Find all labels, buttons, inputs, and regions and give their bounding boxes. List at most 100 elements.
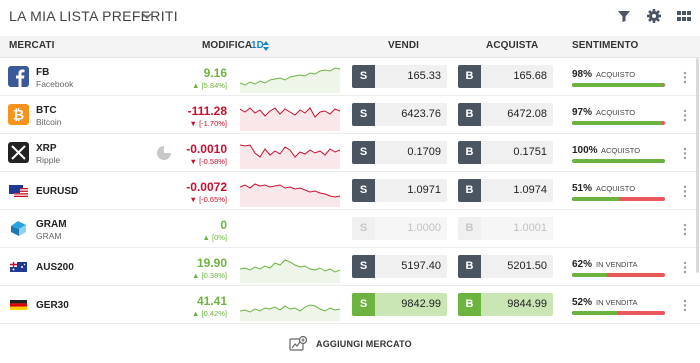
buy-button[interactable]: B 9844.99 bbox=[458, 293, 553, 316]
sentiment-percent: 52% bbox=[572, 297, 593, 308]
market-row-gram[interactable]: GRAM GRAM 0 ▲ [0%] S 1.0000 B 1.0001 bbox=[0, 210, 700, 248]
buy-tag: B bbox=[458, 141, 481, 164]
add-market-label[interactable]: AGGIUNGI MERCATO bbox=[316, 339, 412, 349]
sentiment-bar bbox=[572, 273, 665, 277]
market-symbol: AUS200 bbox=[36, 262, 74, 273]
buy-button[interactable]: B 5201.50 bbox=[458, 255, 553, 278]
change-percent: ▼ [-0.58%] bbox=[189, 157, 227, 166]
sentiment-label: ACQUISTO bbox=[596, 70, 636, 79]
change-percent: ▲ [0%] bbox=[202, 233, 227, 242]
sentiment-percent: 97% bbox=[572, 107, 593, 118]
sparkline-area bbox=[240, 68, 340, 93]
buy-button[interactable]: B 0.1751 bbox=[458, 141, 553, 164]
sell-price: 6423.76 bbox=[401, 108, 441, 120]
chevron-down-icon[interactable] bbox=[141, 9, 153, 23]
buy-price: 1.0974 bbox=[513, 184, 547, 196]
bitcoin-logo-icon: ₿ bbox=[8, 104, 29, 125]
sentiment-label: IN VENDITA bbox=[596, 260, 638, 269]
header-change: MODIFICA bbox=[202, 40, 253, 51]
buy-button: B 1.0001 bbox=[458, 217, 553, 240]
scrollbar[interactable] bbox=[696, 58, 699, 273]
sparkline-chart bbox=[240, 67, 340, 93]
sell-tag: S bbox=[352, 141, 375, 164]
buy-button[interactable]: B 1.0974 bbox=[458, 179, 553, 202]
market-row-xrp[interactable]: XRP Ripple -0.0010 ▼ [-0.58%] S 0.1709 B 0… bbox=[0, 134, 700, 172]
market-symbol: GER30 bbox=[36, 300, 69, 311]
buy-tag: B bbox=[458, 103, 481, 126]
sell-price: 1.0971 bbox=[407, 184, 441, 196]
buy-tag: B bbox=[458, 65, 481, 88]
buy-button[interactable]: B 6472.08 bbox=[458, 103, 553, 126]
sell-button[interactable]: S 9842.99 bbox=[352, 293, 447, 316]
sell-tag: S bbox=[352, 293, 375, 316]
buy-price: 5201.50 bbox=[507, 260, 547, 272]
gear-icon[interactable] bbox=[646, 8, 662, 24]
buy-tag: B bbox=[458, 179, 481, 202]
sell-button[interactable]: S 0.1709 bbox=[352, 141, 447, 164]
sell-price: 165.33 bbox=[407, 70, 441, 82]
sentiment-label: IN VENDITA bbox=[596, 298, 638, 307]
au-flag-icon bbox=[8, 256, 29, 277]
change-percent: ▼ [-1.70%] bbox=[189, 119, 227, 128]
change-percent-value: [0.42%] bbox=[201, 309, 227, 318]
sentiment-bar-fill bbox=[572, 197, 620, 201]
more-options-icon[interactable] bbox=[683, 185, 687, 198]
sell-button[interactable]: S 5197.40 bbox=[352, 255, 447, 278]
market-row-eurusd[interactable]: EURUSD -0.0072 ▼ [-0.65%] S 1.0971 B 1.097… bbox=[0, 172, 700, 210]
change-percent: ▲ [5.84%] bbox=[192, 81, 227, 90]
change-value: -0.0072 bbox=[186, 180, 227, 194]
buy-price: 165.68 bbox=[513, 70, 547, 82]
add-market-bar[interactable]: AGGIUNGI MERCATO bbox=[0, 323, 700, 363]
sentiment-bar bbox=[572, 121, 665, 125]
market-row-ger30[interactable]: GER30 41.41 ▲ [0.42%] S 9842.99 B 9844.99 … bbox=[0, 286, 700, 324]
gram-logo-icon bbox=[8, 218, 29, 239]
more-options-icon[interactable] bbox=[683, 109, 687, 122]
sparkline-area bbox=[240, 145, 340, 169]
sentiment-label: ACQUISTO bbox=[601, 146, 641, 155]
pie-chart-icon[interactable] bbox=[156, 145, 172, 161]
sentiment-bar-fill bbox=[572, 121, 663, 125]
market-row-aus200[interactable]: AUS200 19.90 ▲ [0.38%] S 5197.40 B 5201.50… bbox=[0, 248, 700, 286]
market-name: GRAM bbox=[36, 231, 62, 241]
svg-text:₿: ₿ bbox=[13, 107, 24, 123]
sort-icon[interactable] bbox=[263, 41, 269, 51]
more-options-icon[interactable] bbox=[683, 223, 687, 236]
change-percent-value: [-1.70%] bbox=[199, 119, 227, 128]
sentiment-label: ACQUISTO bbox=[596, 108, 636, 117]
change-value: -0.0010 bbox=[186, 142, 227, 156]
change-percent-value: [5.84%] bbox=[201, 81, 227, 90]
market-row-btc[interactable]: ₿ BTC Bitcoin -111.28 ▼ [-1.70%] S 6423.7… bbox=[0, 96, 700, 134]
sentiment-bar bbox=[572, 311, 665, 315]
sell-tag: S bbox=[352, 103, 375, 126]
change-percent: ▼ [-0.65%] bbox=[189, 195, 227, 204]
buy-tag: B bbox=[458, 293, 481, 316]
more-options-icon[interactable] bbox=[683, 261, 687, 274]
sparkline-chart bbox=[240, 144, 340, 169]
market-symbol: FB bbox=[36, 67, 50, 78]
sentiment-percent: 98% bbox=[572, 69, 593, 80]
market-symbol: GRAM bbox=[36, 219, 67, 230]
market-row-fb[interactable]: FB Facebook 9.16 ▲ [5.84%] S 165.33 B 165.… bbox=[0, 58, 700, 96]
sell-button[interactable]: S 1.0971 bbox=[352, 179, 447, 202]
buy-price: 0.1751 bbox=[513, 146, 547, 158]
sell-button[interactable]: S 165.33 bbox=[352, 65, 447, 88]
buy-button[interactable]: B 165.68 bbox=[458, 65, 553, 88]
grid-view-icon[interactable] bbox=[676, 8, 692, 24]
more-options-icon[interactable] bbox=[683, 147, 687, 160]
sell-button[interactable]: S 6423.76 bbox=[352, 103, 447, 126]
buy-price: 1.0001 bbox=[513, 222, 547, 234]
sell-price: 9842.99 bbox=[401, 298, 441, 310]
more-options-icon[interactable] bbox=[683, 299, 687, 312]
add-market-icon[interactable] bbox=[289, 336, 307, 352]
change-value: 41.41 bbox=[196, 294, 227, 308]
more-options-icon[interactable] bbox=[683, 71, 687, 84]
header-buy: ACQUISTA bbox=[486, 40, 539, 51]
change-percent: ▲ [0.42%] bbox=[192, 309, 227, 318]
column-header-row: MERCATI MODIFICA 1D VENDI ACQUISTA SENTI… bbox=[0, 36, 700, 58]
sentiment-bar-fill bbox=[572, 83, 664, 87]
buy-price: 6472.08 bbox=[507, 108, 547, 120]
filter-icon[interactable] bbox=[616, 8, 632, 24]
sell-tag: S bbox=[352, 179, 375, 202]
change-value: 19.90 bbox=[196, 256, 227, 270]
change-value: 0 bbox=[220, 218, 227, 232]
